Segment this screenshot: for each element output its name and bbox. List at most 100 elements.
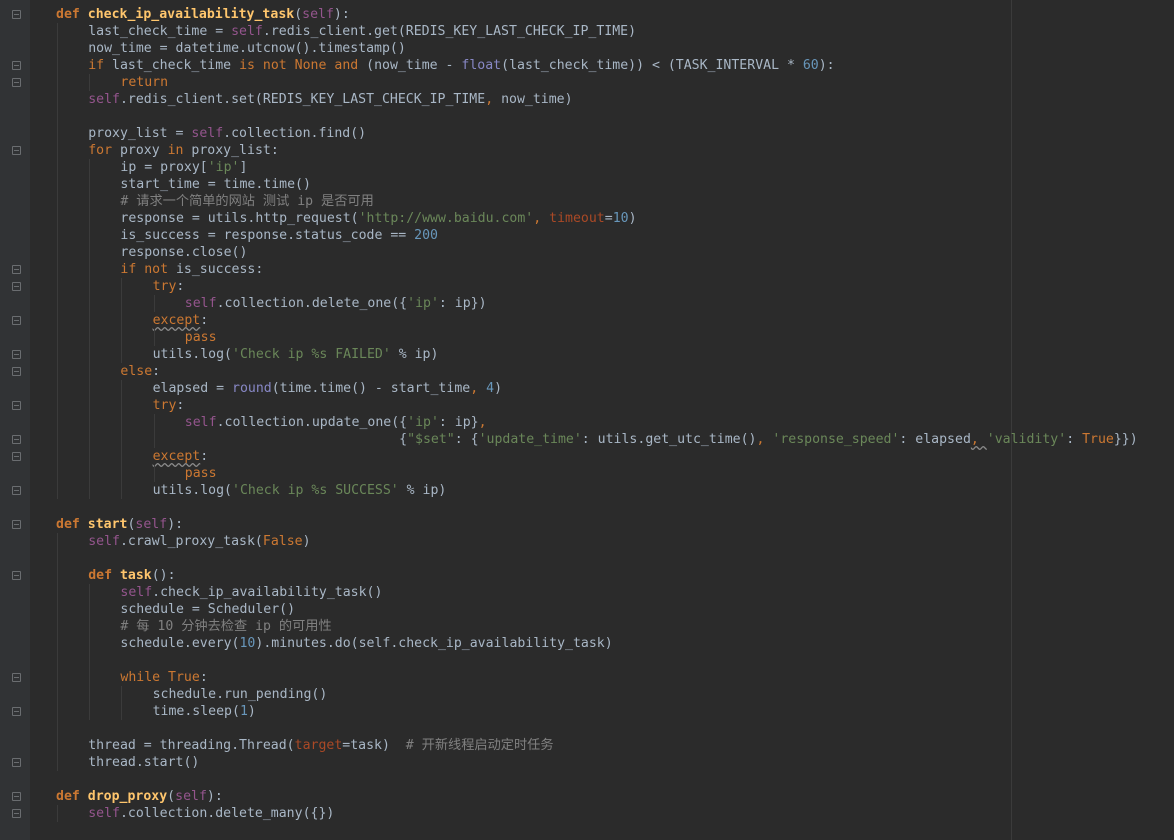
code-line[interactable]: [0, 499, 1174, 516]
code-line[interactable]: elapsed = round(time.time() - start_time…: [0, 380, 1174, 397]
code-line[interactable]: [0, 108, 1174, 125]
code-editor[interactable]: def check_ip_availability_task(self): las…: [0, 6, 1174, 822]
code-token: ):: [333, 7, 350, 22]
fold-marker-icon[interactable]: [12, 707, 21, 716]
code-line[interactable]: thread.start(): [0, 754, 1174, 771]
fold-marker-icon[interactable]: [12, 435, 21, 444]
fold-marker-icon[interactable]: [12, 452, 21, 461]
code-line[interactable]: def check_ip_availability_task(self):: [0, 6, 1174, 23]
code-line[interactable]: except:: [0, 312, 1174, 329]
fold-marker-icon[interactable]: [12, 571, 21, 580]
code-line[interactable]: utils.log('Check ip %s FAILED' % ip): [0, 346, 1174, 363]
code-line[interactable]: def drop_proxy(self):: [0, 788, 1174, 805]
fold-marker-icon[interactable]: [12, 486, 21, 495]
indent-guide: [121, 431, 123, 448]
fold-marker-icon[interactable]: [12, 282, 21, 291]
code-line[interactable]: self.check_ip_availability_task(): [0, 584, 1174, 601]
code-line[interactable]: if not is_success:: [0, 261, 1174, 278]
code-line[interactable]: if last_check_time is not None and (now_…: [0, 57, 1174, 74]
code-token: ).minutes.do(self.check_ip_availability_…: [255, 636, 613, 651]
code-line[interactable]: return: [0, 74, 1174, 91]
code-line[interactable]: try:: [0, 397, 1174, 414]
fold-marker-icon[interactable]: [12, 10, 21, 19]
fold-marker-icon[interactable]: [12, 367, 21, 376]
indent-guide: [57, 533, 58, 550]
fold-marker-icon[interactable]: [12, 809, 21, 818]
code-line[interactable]: last_check_time = self.redis_client.get(…: [0, 23, 1174, 40]
code-line[interactable]: time.sleep(1): [0, 703, 1174, 720]
code-line[interactable]: self.redis_client.set(REDIS_KEY_LAST_CHE…: [0, 91, 1174, 108]
code-line[interactable]: except:: [0, 448, 1174, 465]
code-line[interactable]: # 请求一个简单的网站 测试 ip 是否可用: [0, 193, 1174, 210]
code-token: ():: [151, 568, 176, 583]
indent-guide: [121, 312, 123, 329]
indent-guide: [57, 720, 58, 737]
code-token: round: [232, 381, 272, 396]
code-line[interactable]: try:: [0, 278, 1174, 295]
code-line[interactable]: [0, 720, 1174, 737]
code-line[interactable]: thread = threading.Thread(target=task) #…: [0, 737, 1174, 754]
code-line[interactable]: start_time = time.time(): [0, 176, 1174, 193]
code-line[interactable]: # 每 10 分钟去检查 ip 的可用性: [0, 618, 1174, 635]
code-line[interactable]: ip = proxy['ip']: [0, 159, 1174, 176]
fold-marker-icon[interactable]: [12, 792, 21, 801]
fold-marker-icon[interactable]: [12, 265, 21, 274]
fold-marker-icon[interactable]: [12, 78, 21, 87]
code-token: False: [262, 534, 303, 549]
code-line[interactable]: utils.log('Check ip %s SUCCESS' % ip): [0, 482, 1174, 499]
code-line[interactable]: schedule = Scheduler(): [0, 601, 1174, 618]
code-line[interactable]: self.collection.delete_many({}): [0, 805, 1174, 822]
fold-marker-icon[interactable]: [12, 61, 21, 70]
code-token: check_ip_availability_task: [87, 7, 295, 22]
code-text: self.collection.delete_one({'ip': ip}): [185, 295, 487, 312]
code-line[interactable]: schedule.every(10).minutes.do(self.check…: [0, 635, 1174, 652]
code-line[interactable]: [0, 652, 1174, 669]
code-line[interactable]: response = utils.http_request('http://ww…: [0, 210, 1174, 227]
code-line[interactable]: else:: [0, 363, 1174, 380]
fold-marker-icon[interactable]: [12, 146, 21, 155]
indent-guide: [57, 754, 58, 771]
fold-marker-icon[interactable]: [12, 520, 21, 529]
indent-guide: [89, 261, 91, 278]
code-token: .collection.delete_one({: [216, 296, 408, 311]
code-line[interactable]: [0, 550, 1174, 567]
fold-marker-icon[interactable]: [12, 401, 21, 410]
code-line[interactable]: {"$set": {'update_time': utils.get_utc_t…: [0, 431, 1174, 448]
code-token: =: [604, 211, 613, 226]
indent-guide: [89, 346, 91, 363]
indent-guide: [89, 686, 91, 703]
fold-marker-icon[interactable]: [12, 316, 21, 325]
code-line[interactable]: response.close(): [0, 244, 1174, 261]
code-line[interactable]: pass: [0, 329, 1174, 346]
fold-marker-icon[interactable]: [12, 350, 21, 359]
code-line[interactable]: self.collection.delete_one({'ip': ip}): [0, 295, 1174, 312]
code-text: self.collection.update_one({'ip': ip},: [185, 414, 487, 431]
code-token: ,: [470, 381, 479, 396]
code-line[interactable]: is_success = response.status_code == 200: [0, 227, 1174, 244]
code-token: 'response_speed': [772, 432, 900, 447]
code-line[interactable]: self.collection.update_one({'ip': ip},: [0, 414, 1174, 431]
code-line[interactable]: self.crawl_proxy_task(False): [0, 533, 1174, 550]
code-token: self: [231, 24, 263, 39]
indent-guide: [153, 431, 155, 448]
indent-guide: [153, 414, 155, 431]
code-token: now_time = datetime.utcnow().timestamp(): [88, 41, 406, 56]
code-line[interactable]: while True:: [0, 669, 1174, 686]
code-token: 'Check ip %s SUCCESS': [232, 483, 399, 498]
code-line[interactable]: pass: [0, 465, 1174, 482]
code-token: 60: [802, 58, 819, 73]
code-token: 'validity': [986, 432, 1067, 447]
code-line[interactable]: for proxy in proxy_list:: [0, 142, 1174, 159]
code-line[interactable]: now_time = datetime.utcnow().timestamp(): [0, 40, 1174, 57]
code-line[interactable]: def task():: [0, 567, 1174, 584]
code-line[interactable]: [0, 771, 1174, 788]
code-line[interactable]: schedule.run_pending(): [0, 686, 1174, 703]
code-line[interactable]: proxy_list = self.collection.find(): [0, 125, 1174, 142]
fold-marker-icon[interactable]: [12, 673, 21, 682]
fold-marker-icon[interactable]: [12, 758, 21, 767]
indent-guide: [57, 669, 58, 686]
indent-guide: [89, 618, 91, 635]
code-line[interactable]: def start(self):: [0, 516, 1174, 533]
code-text: start_time = time.time(): [120, 176, 311, 193]
indent-guide: [121, 414, 123, 431]
